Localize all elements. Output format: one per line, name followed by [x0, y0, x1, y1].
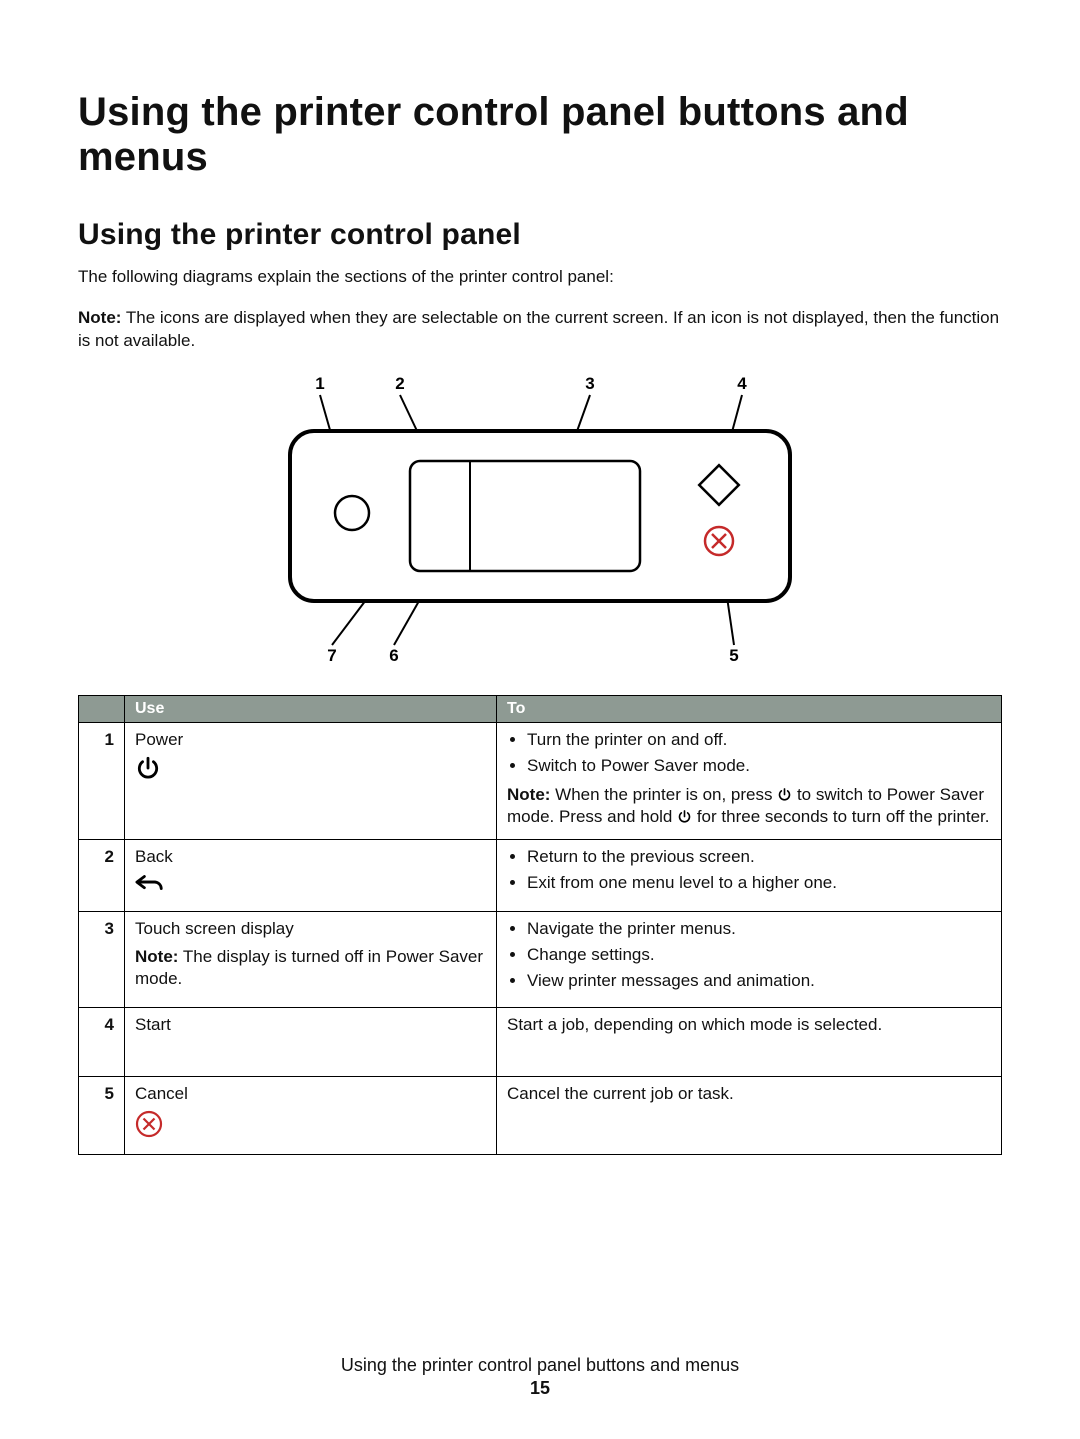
intro-text: The following diagrams explain the secti… [78, 266, 1002, 289]
row-use: Start [125, 1007, 497, 1076]
note-label: Note: [78, 308, 121, 327]
row-num: 2 [79, 839, 125, 911]
table-row: 4 Start Start a job, depending on which … [79, 1007, 1002, 1076]
power-button [335, 496, 369, 530]
row-use: Touch screen display Note: The display i… [125, 911, 497, 1007]
row-num: 3 [79, 911, 125, 1007]
footer-title: Using the printer control panel buttons … [78, 1355, 1002, 1376]
callout-6: 6 [389, 646, 398, 665]
use-label: Back [135, 846, 486, 868]
row-use: Back [125, 839, 497, 911]
note-seg: The display is turned off in Power Saver… [135, 947, 483, 988]
use-label: Power [135, 729, 486, 751]
control-panel-diagram: 1 2 3 4 7 6 5 [78, 371, 1002, 667]
use-label: Touch screen display [135, 918, 486, 940]
back-icon [135, 872, 486, 900]
list-item: Turn the printer on and off. [527, 729, 991, 751]
th-use: Use [125, 695, 497, 722]
list-item: Exit from one menu level to a higher one… [527, 872, 991, 894]
power-icon [777, 787, 792, 802]
table-row: 1 Power Turn the printer on and off. Swi… [79, 722, 1002, 839]
note-label: Note: [135, 947, 178, 966]
footer-page: 15 [78, 1378, 1002, 1399]
row-to: Return to the previous screen. Exit from… [497, 839, 1002, 911]
note-body: The icons are displayed when they are se… [78, 308, 999, 350]
legend-table: Use To 1 Power Turn the printer on and o… [78, 695, 1002, 1155]
row-note: Note: When the printer is on, press to s… [507, 784, 991, 829]
th-num [79, 695, 125, 722]
note-label: Note: [507, 785, 550, 804]
callout-5: 5 [729, 646, 738, 665]
row-num: 1 [79, 722, 125, 839]
th-to: To [497, 695, 1002, 722]
list-item: Return to the previous screen. [527, 846, 991, 868]
row-to: Navigate the printer menus. Change setti… [497, 911, 1002, 1007]
list-item: Change settings. [527, 944, 991, 966]
note-seg: When the printer is on, press [550, 785, 777, 804]
note-seg: for three seconds to turn off the printe… [692, 807, 989, 826]
section-title: Using the printer control panel [78, 218, 1002, 253]
list-item: Navigate the printer menus. [527, 918, 991, 940]
table-row: 3 Touch screen display Note: The display… [79, 911, 1002, 1007]
power-icon [135, 755, 486, 787]
row-num: 5 [79, 1077, 125, 1155]
power-icon [677, 809, 692, 824]
note-text: Note: The icons are displayed when they … [78, 307, 1002, 353]
row-use: Power [125, 722, 497, 839]
row-to: Turn the printer on and off. Switch to P… [497, 722, 1002, 839]
table-row: 2 Back Return to the previous screen. Ex… [79, 839, 1002, 911]
page-title: Using the printer control panel buttons … [78, 90, 1002, 180]
use-note: Note: The display is turned off in Power… [135, 946, 486, 991]
callout-7: 7 [327, 646, 336, 665]
cancel-icon [135, 1110, 486, 1144]
list-item: Switch to Power Saver mode. [527, 755, 991, 777]
row-to: Start a job, depending on which mode is … [497, 1007, 1002, 1076]
callout-2: 2 [395, 374, 404, 393]
list-item: View printer messages and animation. [527, 970, 991, 992]
callout-3: 3 [585, 374, 594, 393]
use-label: Start [135, 1014, 486, 1036]
row-to: Cancel the current job or task. [497, 1077, 1002, 1155]
page-footer: Using the printer control panel buttons … [78, 1355, 1002, 1399]
table-row: 5 Cancel Cancel the current job or task. [79, 1077, 1002, 1155]
use-label: Cancel [135, 1083, 486, 1105]
touch-screen [410, 461, 640, 571]
row-num: 4 [79, 1007, 125, 1076]
cancel-button [705, 527, 733, 555]
callout-1: 1 [315, 374, 324, 393]
row-use: Cancel [125, 1077, 497, 1155]
callout-4: 4 [737, 374, 747, 393]
